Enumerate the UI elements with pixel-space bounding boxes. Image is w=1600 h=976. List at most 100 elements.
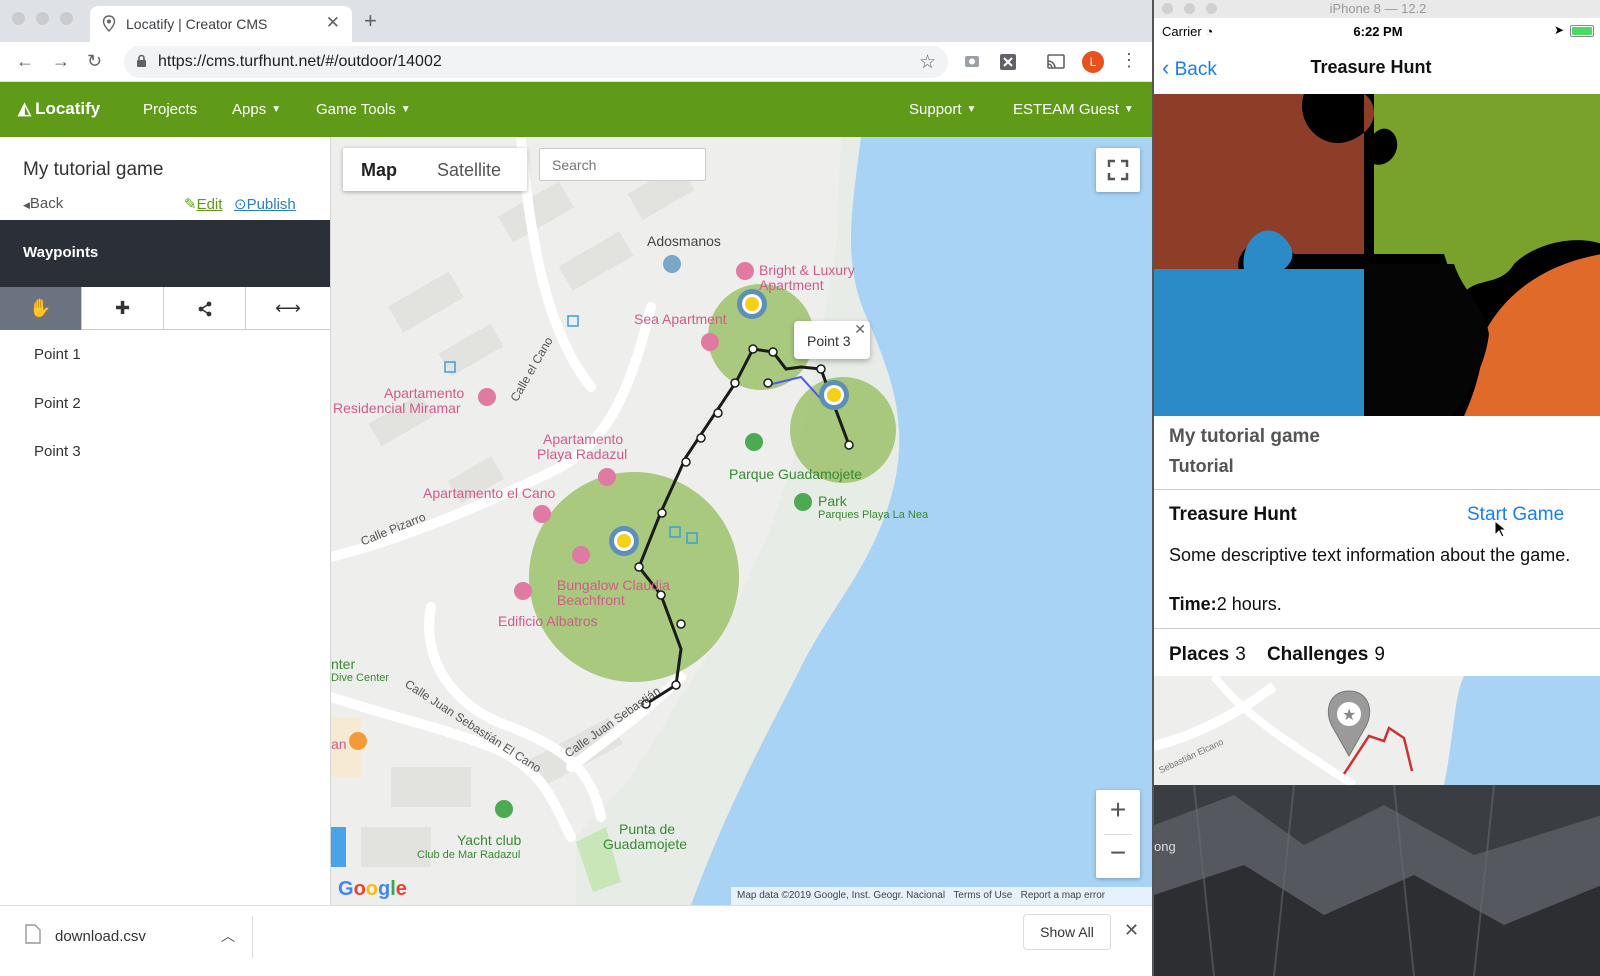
- cast-icon[interactable]: [1046, 52, 1066, 72]
- map-label: Playa Radazul: [537, 446, 628, 462]
- file-icon: [25, 924, 41, 944]
- waypoint-marker-icon[interactable]: [819, 380, 849, 410]
- sim-close-button[interactable]: [1162, 3, 1173, 14]
- map-search-input[interactable]: Search: [539, 148, 706, 181]
- section-header: Waypoints: [0, 220, 330, 287]
- map-view[interactable]: Adosmanos Bright & Luxury Apartment Sea …: [331, 137, 1152, 905]
- zoom-divider: [1104, 834, 1132, 835]
- map-label: an: [331, 736, 347, 752]
- reload-icon[interactable]: ↻: [87, 51, 102, 72]
- mini-map[interactable]: ★ Sebastián Elcano: [1154, 676, 1600, 785]
- map-label: Club de Mar Radazul: [417, 849, 521, 861]
- resize-button[interactable]: ⟷: [246, 287, 330, 330]
- desktop-background: ong: [1154, 785, 1600, 976]
- divider: [1154, 489, 1600, 490]
- arrows-horizontal-icon: ⟷: [275, 298, 301, 318]
- map-type-map-button[interactable]: Map: [361, 160, 397, 181]
- map-label: Apartamento: [384, 385, 465, 401]
- check-circle-icon: ⊙: [234, 196, 247, 213]
- add-waypoint-button[interactable]: ✚: [82, 287, 164, 330]
- new-tab-button[interactable]: +: [364, 8, 377, 34]
- phone-simulator: iPhone 8 — 12.2 Carrier ◔ 6:22 PM ➤ ‹ Ba…: [1152, 0, 1600, 976]
- start-game-button[interactable]: Start Game: [1467, 504, 1564, 526]
- close-tab-icon[interactable]: ✕: [326, 13, 340, 33]
- download-filename[interactable]: download.csv: [55, 928, 146, 945]
- map-label: Beachfront: [557, 592, 625, 608]
- publish-label: Publish: [246, 196, 296, 213]
- caret-down-icon: ▼: [966, 104, 977, 115]
- game-duration: Time:2 hours.: [1169, 594, 1282, 615]
- nav-user-menu[interactable]: ESTEAM Guest ▼: [1013, 101, 1134, 118]
- page-title: My tutorial game: [23, 159, 164, 180]
- report-error-link[interactable]: Report a map error: [1021, 890, 1105, 901]
- hand-icon: ✋: [29, 298, 52, 318]
- places-value: 3: [1235, 644, 1246, 665]
- address-bar[interactable]: https://cms.turfhunt.net/#/outdoor/14002…: [124, 46, 948, 78]
- edit-icon: ✎: [184, 196, 197, 213]
- back-link[interactable]: ◀Back: [23, 195, 63, 212]
- game-cover-image: [1154, 94, 1600, 416]
- game-stats: Places 3 Challenges 9: [1169, 644, 1385, 666]
- nav-game-tools[interactable]: Game Tools ▼: [316, 101, 411, 118]
- nav-projects[interactable]: Projects: [143, 101, 197, 118]
- waypoint-marker-icon[interactable]: [737, 289, 767, 319]
- more-menu-icon[interactable]: ⋮: [1120, 50, 1138, 71]
- map-label: Parques Playa La Nea: [818, 509, 929, 521]
- close-icon[interactable]: ✕: [1124, 920, 1139, 941]
- back-arrow-icon[interactable]: ←: [16, 51, 34, 72]
- profile-avatar[interactable]: L: [1082, 51, 1104, 73]
- logo-mark-icon: ◭: [18, 99, 32, 118]
- locatify-logo[interactable]: ◭ Locatify: [18, 99, 100, 119]
- places-label: Places: [1169, 644, 1230, 665]
- google-logo: Google: [338, 878, 407, 900]
- zoom-in-button[interactable]: +: [1096, 794, 1140, 826]
- fullscreen-button[interactable]: [1096, 148, 1140, 192]
- waypoint-item[interactable]: Point 3: [34, 443, 81, 460]
- extension-icon[interactable]: [998, 52, 1018, 72]
- downloads-bar: download.csv ︿ Show All ✕: [0, 905, 1152, 976]
- bookmark-star-icon[interactable]: ☆: [919, 51, 936, 74]
- challenges-label: Challenges: [1266, 644, 1369, 665]
- plus-icon: ✚: [114, 298, 131, 318]
- battery-icon: [1570, 25, 1594, 37]
- sim-minimize-button[interactable]: [1184, 3, 1195, 14]
- nav-support-label: Support: [909, 101, 962, 118]
- edit-link[interactable]: ✎Edit: [184, 195, 222, 213]
- share-icon: [198, 301, 211, 317]
- map-type-satellite-button[interactable]: Satellite: [437, 160, 501, 181]
- tab-strip: Locatify | Creator CMS ✕ +: [0, 0, 1152, 42]
- map-canvas: [331, 137, 1152, 905]
- app-navbar: ◭ Locatify Projects Apps ▼ Game Tools ▼ Sup…: [0, 82, 1152, 137]
- publish-link[interactable]: ⊙Publish: [234, 195, 296, 213]
- waypoint-item[interactable]: Point 1: [34, 346, 81, 363]
- waypoint-toolbar: ✋ ✚ ⟷: [0, 287, 330, 330]
- maximize-window-button[interactable]: [60, 12, 73, 25]
- waypoint-item[interactable]: Point 2: [34, 395, 81, 412]
- terms-link[interactable]: Terms of Use: [953, 890, 1012, 901]
- hand-tool-button[interactable]: ✋: [0, 287, 82, 330]
- challenges-value: 9: [1374, 644, 1385, 665]
- close-icon[interactable]: ✕: [854, 321, 866, 338]
- nav-game-tools-label: Game Tools: [316, 101, 396, 118]
- chevron-up-icon[interactable]: ︿: [221, 926, 235, 946]
- share-button[interactable]: [164, 287, 246, 330]
- close-window-button[interactable]: [12, 12, 25, 25]
- nav-title: Treasure Hunt: [1310, 57, 1432, 77]
- browser-toolbar: ← → ↻ https://cms.turfhunt.net/#/outdoor…: [0, 42, 1152, 82]
- show-all-button[interactable]: Show All: [1023, 914, 1111, 950]
- map-label: Yacht club: [457, 832, 522, 848]
- zoom-out-button[interactable]: −: [1096, 837, 1140, 869]
- nav-apps[interactable]: Apps ▼: [232, 101, 281, 118]
- extension-icon[interactable]: [962, 52, 982, 72]
- forward-arrow-icon[interactable]: →: [52, 51, 70, 72]
- sim-zoom-button[interactable]: [1206, 3, 1217, 14]
- browser-window: Locatify | Creator CMS ✕ + ← → ↻ https:/…: [0, 0, 1152, 976]
- waypoint-marker-icon[interactable]: [609, 526, 639, 556]
- nav-support[interactable]: Support ▼: [909, 101, 976, 118]
- hunt-label: Treasure Hunt: [1169, 504, 1297, 525]
- minimize-window-button[interactable]: [36, 12, 49, 25]
- desktop-text: ong: [1154, 839, 1176, 854]
- browser-tab[interactable]: Locatify | Creator CMS ✕: [90, 6, 352, 42]
- map-label: Bungalow Claudia: [557, 577, 670, 593]
- map-label: Parque Guadamojete: [729, 466, 863, 482]
